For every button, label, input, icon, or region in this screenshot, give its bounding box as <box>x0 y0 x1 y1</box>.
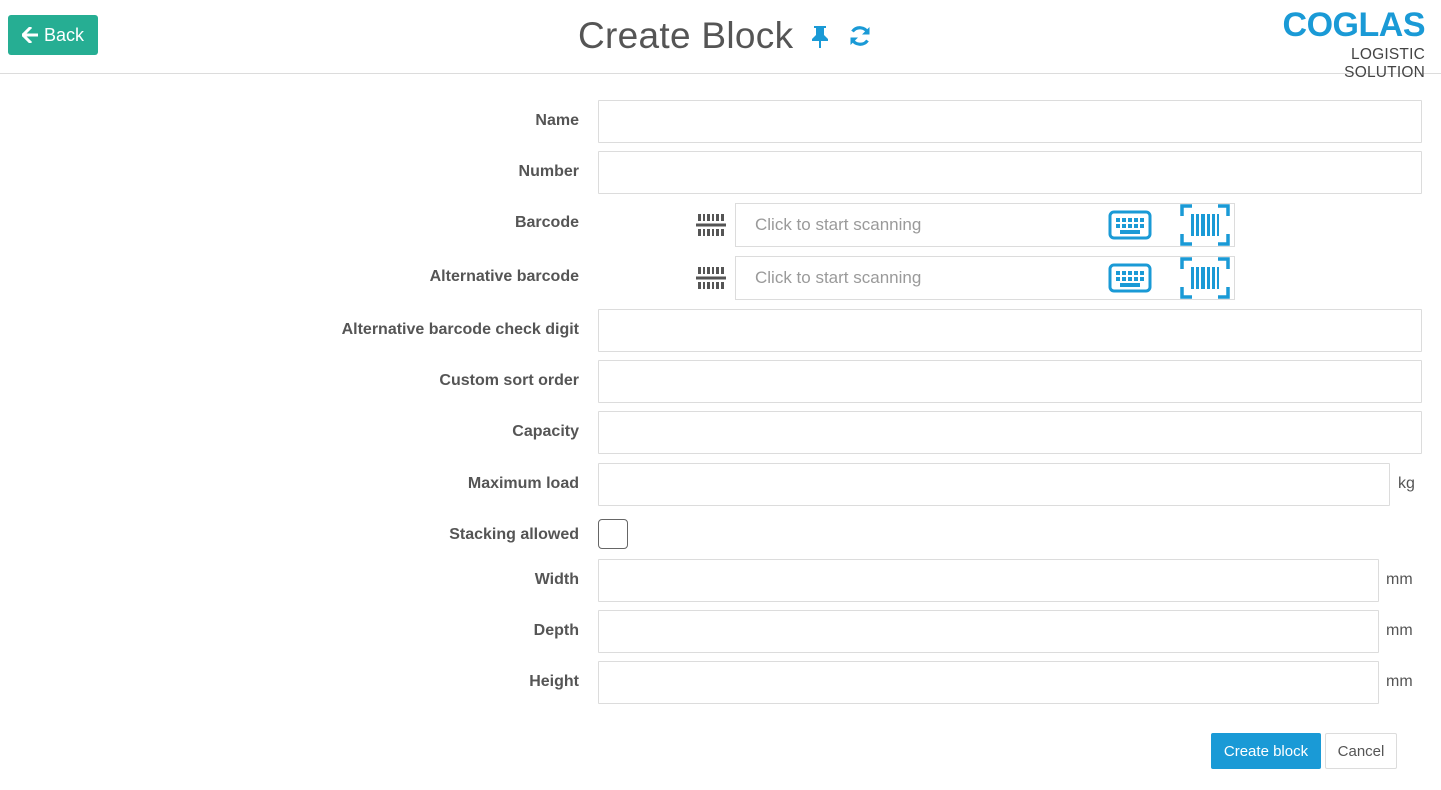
capacity-input[interactable] <box>598 411 1422 454</box>
custom-sort-label: Custom sort order <box>439 372 579 389</box>
arrow-left-icon <box>21 27 38 43</box>
alt-barcode-label: Alternative barcode <box>429 268 579 285</box>
height-label: Height <box>529 673 579 690</box>
width-label: Width <box>534 571 579 588</box>
width-unit: mm <box>1386 571 1413 588</box>
number-input[interactable] <box>598 151 1422 194</box>
depth-unit: mm <box>1386 622 1413 639</box>
capacity-label: Capacity <box>512 423 579 440</box>
logo-sub-text: LOGISTIC SOLUTION <box>1344 46 1425 81</box>
title-group: Create Block <box>578 14 873 58</box>
number-label: Number <box>518 163 579 180</box>
cancel-button[interactable]: Cancel <box>1325 733 1397 769</box>
height-input[interactable] <box>598 661 1379 704</box>
barcode-label: Barcode <box>514 214 579 231</box>
pin-icon[interactable] <box>807 23 833 49</box>
height-unit: mm <box>1386 673 1413 690</box>
alt-barcode-check-input[interactable] <box>598 309 1422 352</box>
logo-main-text: COGLAS <box>1282 6 1426 44</box>
create-block-button[interactable]: Create block <box>1211 733 1321 769</box>
alt-barcode-check-label: Alternative barcode check digit <box>341 321 579 338</box>
back-button[interactable]: Back <box>8 15 98 55</box>
back-label: Back <box>43 24 85 45</box>
name-input[interactable] <box>598 100 1422 143</box>
depth-label: Depth <box>533 622 579 639</box>
keyboard-icon[interactable] <box>1108 209 1152 241</box>
barcode-lines-icon <box>696 214 726 236</box>
alt-barcode-scan-box <box>735 256 1235 300</box>
barcode-lines-icon <box>696 267 726 289</box>
depth-input[interactable] <box>598 610 1379 653</box>
page-title: Create Block <box>578 15 794 56</box>
max-load-input[interactable] <box>598 463 1390 506</box>
width-input[interactable] <box>598 559 1379 602</box>
max-load-label: Maximum load <box>467 475 579 492</box>
header-bar: Back Create Block COGLAS LOGISTIC SOLUTI… <box>0 0 1441 81</box>
custom-sort-input[interactable] <box>598 360 1422 403</box>
barcode-scan-icon[interactable] <box>1180 204 1230 246</box>
stacking-label: Stacking allowed <box>449 526 579 543</box>
keyboard-icon[interactable] <box>1108 262 1152 294</box>
refresh-icon[interactable] <box>847 23 873 49</box>
barcode-input[interactable] <box>736 204 1096 246</box>
barcode-scan-box <box>735 203 1235 247</box>
alt-barcode-input[interactable] <box>736 257 1096 299</box>
stacking-checkbox[interactable] <box>598 519 628 549</box>
coglas-logo: COGLAS LOGISTIC SOLUTION <box>1273 6 1426 81</box>
barcode-scan-icon[interactable] <box>1180 257 1230 299</box>
max-load-unit: kg <box>1398 475 1415 492</box>
name-label: Name <box>535 112 579 129</box>
